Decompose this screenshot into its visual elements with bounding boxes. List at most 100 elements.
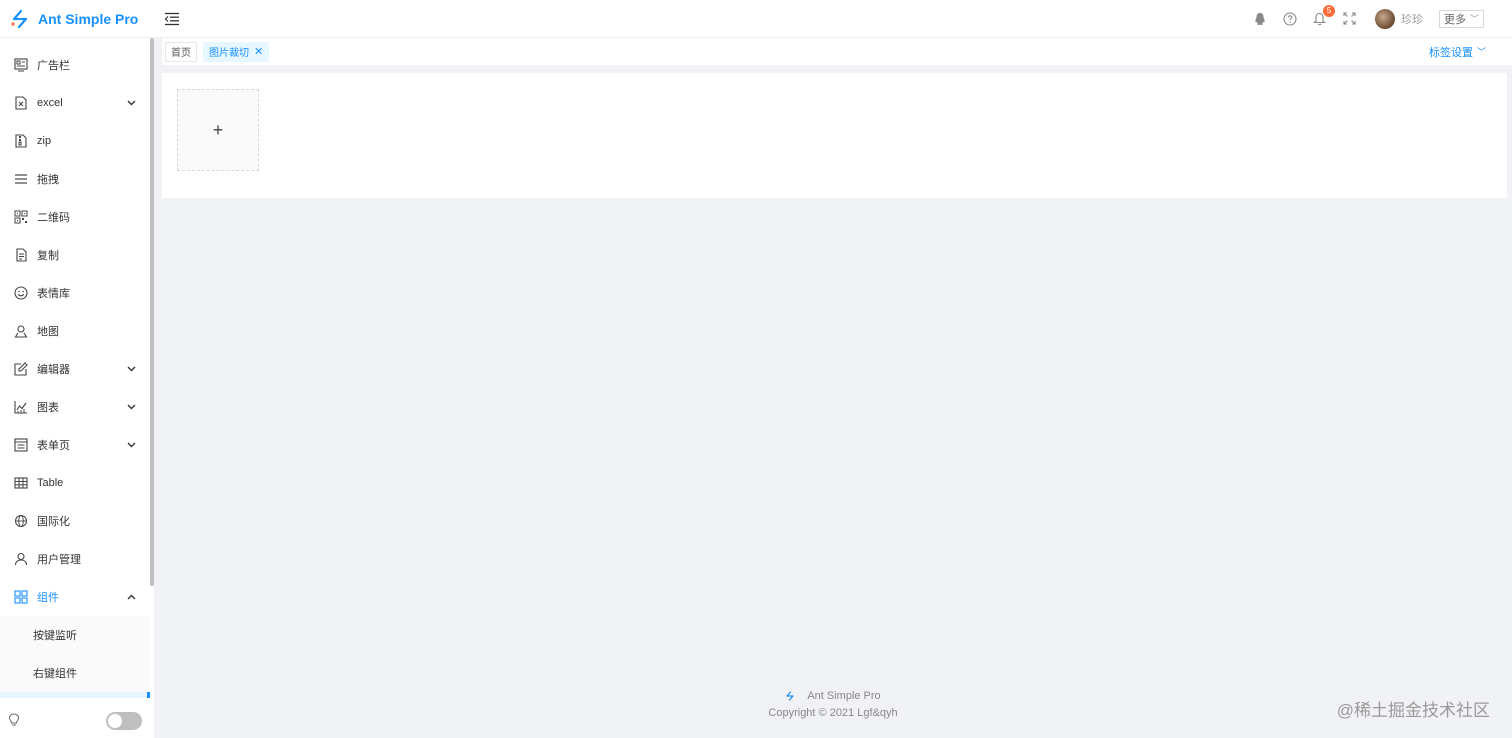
tab-label: 图片裁切 <box>209 48 249 59</box>
sidebar-item-label: 地图 <box>37 326 59 338</box>
chevron-down-icon <box>126 364 136 374</box>
image-upload-button[interactable]: + <box>177 89 259 171</box>
sidebar-subitem-selected[interactable] <box>0 692 150 698</box>
qq-button[interactable] <box>1252 11 1268 27</box>
theme-toggle[interactable] <box>106 712 142 730</box>
tabs-bar: 首页 图片裁切 ✕ 标签设置 ﹀ <box>162 38 1512 65</box>
sidebar-item-ad[interactable]: 广告栏 <box>0 46 150 84</box>
map-icon <box>14 324 28 338</box>
edit-icon <box>14 362 28 376</box>
page-footer: Ant Simple Pro Copyright © 2021 Lgf&qyh <box>154 690 1512 719</box>
logo-icon <box>11 9 28 28</box>
sidebar-subitem-key-listener[interactable]: 按键监听 <box>0 616 150 654</box>
sidebar-item-user-management[interactable]: 用户管理 <box>0 540 150 578</box>
sidebar-item-label: Table <box>37 477 64 489</box>
sidebar-subitem-context-menu[interactable]: 右键组件 <box>0 654 150 692</box>
tab-settings-dropdown[interactable]: 标签设置 ﹀ <box>1429 44 1486 60</box>
globe-icon <box>14 514 28 528</box>
chevron-down-icon <box>126 98 136 108</box>
sidebar-footer <box>0 704 154 738</box>
appstore-icon <box>14 590 28 604</box>
qrcode-icon <box>14 210 28 224</box>
footer-brand-name: Ant Simple Pro <box>807 690 881 702</box>
more-dropdown[interactable]: 更多 ﹀ <box>1438 9 1484 28</box>
sidebar-item-label: 组件 <box>37 592 59 604</box>
sidebar-scrollbar[interactable] <box>150 38 154 586</box>
watermark: @稀土掘金技术社区 <box>1336 701 1490 720</box>
plus-icon: + <box>212 119 224 140</box>
user-menu[interactable]: 珍珍 <box>1374 8 1423 29</box>
sidebar-item-emoji[interactable]: 表情库 <box>0 274 150 312</box>
copy-icon <box>14 248 28 262</box>
list-icon <box>14 172 28 186</box>
sidebar-item-excel[interactable]: excel <box>0 84 150 122</box>
sidebar-item-label: 广告栏 <box>37 60 70 72</box>
content-card: + <box>162 73 1507 198</box>
user-name: 珍珍 <box>1400 13 1423 26</box>
chevron-up-icon <box>126 592 136 602</box>
chevron-down-icon: ﹀ <box>1469 14 1479 24</box>
zip-icon <box>14 134 28 148</box>
app-logo[interactable]: Ant Simple Pro <box>0 9 154 29</box>
sidebar-item-zip[interactable]: zip <box>0 122 150 160</box>
avatar <box>1374 8 1395 29</box>
more-label: 更多 <box>1443 13 1466 26</box>
sidebar-item-chart[interactable]: 图表 <box>0 388 150 426</box>
form-icon <box>14 438 28 452</box>
sidebar-item-table[interactable]: Table <box>0 464 150 502</box>
excel-icon <box>14 96 28 110</box>
sidebar-item-label: 用户管理 <box>37 554 81 566</box>
sidebar-item-drag[interactable]: 拖拽 <box>0 160 150 198</box>
sidebar-item-qrcode[interactable]: 二维码 <box>0 198 150 236</box>
sidebar-item-label: 表情库 <box>37 288 70 300</box>
footer-copyright: Copyright © 2021 Lgf&qyh <box>768 707 898 719</box>
sidebar-menu: 广告栏 excel zip 拖拽 二维码 复制 表情库 地图 编辑器 图表 表单… <box>0 46 150 698</box>
sidebar-item-i18n[interactable]: 国际化 <box>0 502 150 540</box>
smile-icon <box>14 286 28 300</box>
tab-settings-label: 标签设置 <box>1428 46 1473 59</box>
logo-icon <box>786 691 794 701</box>
chart-icon <box>14 400 28 414</box>
bulb-icon <box>8 712 20 730</box>
sidebar-item-label: 表单页 <box>37 440 70 452</box>
sidebar-item-label: zip <box>37 135 52 147</box>
qq-icon <box>1255 12 1265 25</box>
sidebar-item-label: 复制 <box>37 250 59 262</box>
header-actions: 5 珍珍 更多 ﹀ <box>1245 4 1512 29</box>
sidebar-subitem-label: 右键组件 <box>33 668 77 680</box>
help-button[interactable] <box>1282 11 1298 27</box>
user-icon <box>14 552 28 566</box>
table-icon <box>14 476 28 490</box>
chevron-down-icon: ﹀ <box>1476 47 1486 57</box>
sidebar: 广告栏 excel zip 拖拽 二维码 复制 表情库 地图 编辑器 图表 表单… <box>0 38 154 738</box>
menu-fold-icon <box>164 12 179 25</box>
tab-image-crop[interactable]: 图片裁切 ✕ <box>203 41 270 62</box>
chevron-down-icon <box>126 402 136 412</box>
sidebar-item-editor[interactable]: 编辑器 <box>0 350 150 388</box>
tab-home[interactable]: 首页 <box>165 41 197 62</box>
fullscreen-icon <box>1343 12 1357 25</box>
footer-brand: Ant Simple Pro <box>154 690 1512 702</box>
sidebar-item-label: 国际化 <box>37 516 70 528</box>
notification-badge: 5 <box>1322 4 1335 17</box>
sidebar-item-map[interactable]: 地图 <box>0 312 150 350</box>
sidebar-item-label: 编辑器 <box>37 364 70 376</box>
notification-button[interactable]: 5 <box>1312 4 1335 27</box>
sidebar-item-label: 二维码 <box>37 212 70 224</box>
ad-icon <box>14 58 28 72</box>
tab-label: 首页 <box>171 48 191 59</box>
top-header: Ant Simple Pro 5 珍珍 更多 ﹀ <box>0 0 1512 38</box>
fullscreen-button[interactable] <box>1342 11 1358 27</box>
sidebar-item-copy[interactable]: 复制 <box>0 236 150 274</box>
sidebar-item-label: 拖拽 <box>37 174 59 186</box>
sidebar-item-components[interactable]: 组件 <box>0 578 150 616</box>
sidebar-item-label: 图表 <box>37 402 59 414</box>
sidebar-item-form[interactable]: 表单页 <box>0 426 150 464</box>
chevron-down-icon <box>126 440 136 450</box>
app-title: Ant Simple Pro <box>38 10 139 27</box>
close-icon[interactable]: ✕ <box>254 45 263 58</box>
menu-fold-button[interactable] <box>162 9 182 29</box>
sidebar-subitem-label: 按键监听 <box>33 630 77 642</box>
question-circle-icon <box>1283 11 1297 26</box>
sidebar-item-label: excel <box>37 97 63 109</box>
